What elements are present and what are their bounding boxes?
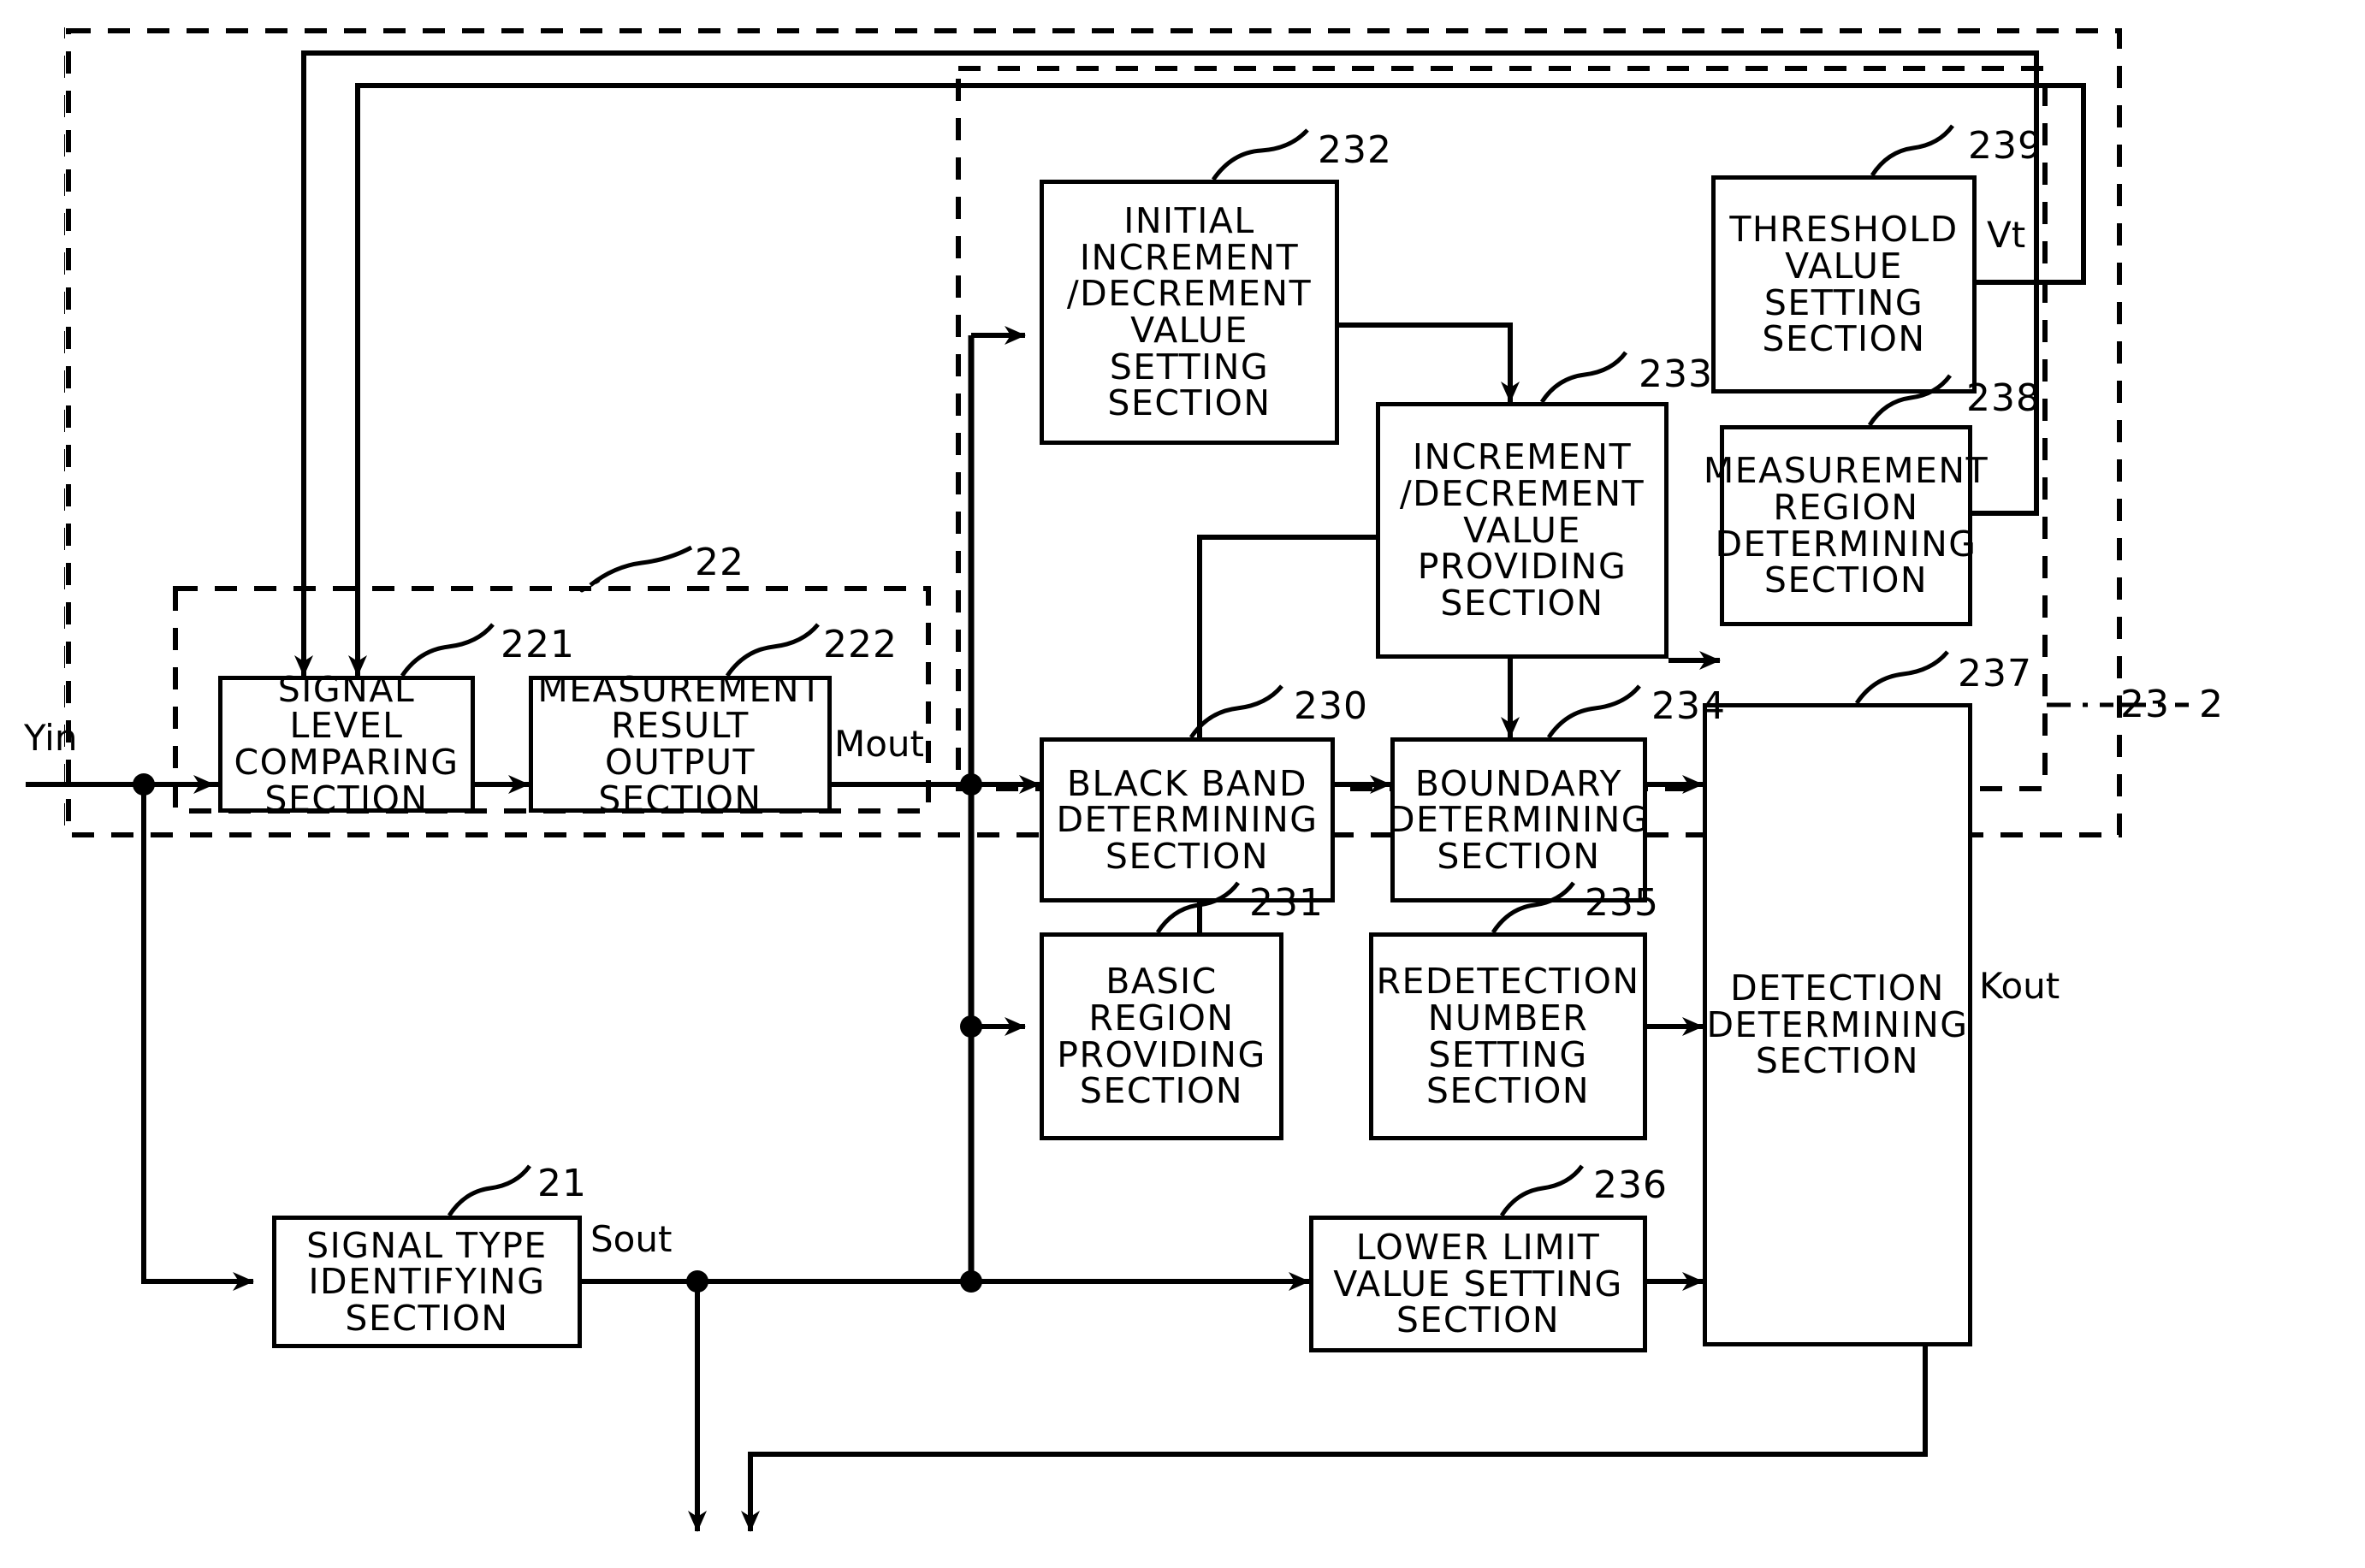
ref-231-text: 231	[1249, 881, 1324, 925]
leader-222	[725, 623, 820, 677]
leader-237	[1854, 650, 1949, 705]
leader-236	[1499, 1164, 1585, 1217]
ref-232: 232	[1318, 128, 1392, 172]
ref-23: 23	[2120, 683, 2170, 726]
leader-21	[447, 1164, 532, 1217]
ref-22-text: 22	[695, 541, 744, 584]
ref-23-text: 23	[2120, 683, 2170, 726]
label-sout-text: Sout	[590, 1218, 673, 1260]
ref-235: 235	[1585, 881, 1659, 925]
ref-239: 239	[1968, 124, 2042, 168]
ref-239-text: 239	[1968, 124, 2042, 168]
ref-222-text: 222	[823, 623, 898, 666]
ref-231: 231	[1249, 881, 1324, 925]
ref-221-text: 221	[501, 623, 575, 666]
ref-235-text: 235	[1585, 881, 1659, 925]
figure-canvas: SIGNAL LEVEL COMPARING SECTION MEASUREME…	[0, 0, 2365, 1568]
ref-21: 21	[537, 1162, 587, 1205]
label-yin: Yin	[24, 717, 77, 759]
leader-233	[1539, 351, 1628, 404]
leader-221	[400, 623, 495, 677]
ref-22: 22	[695, 541, 744, 584]
ref-233: 233	[1639, 352, 1713, 396]
label-sout: Sout	[590, 1218, 672, 1260]
ref-237: 237	[1958, 652, 2032, 695]
ref-230-text: 230	[1294, 684, 1368, 728]
ref-232-text: 232	[1318, 128, 1392, 172]
label-kout: Kout	[1979, 965, 2060, 1007]
leader-230	[1188, 684, 1283, 739]
ref-238: 238	[1966, 376, 2041, 420]
label-vt-text: Vt	[1987, 214, 2026, 256]
leader-238	[1867, 374, 1953, 427]
ref-21-text: 21	[537, 1162, 587, 1205]
ref-2-text: 2	[2199, 683, 2224, 726]
ref-234-text: 234	[1651, 684, 1726, 728]
ref-230: 230	[1294, 684, 1368, 728]
leader-22b	[589, 545, 693, 587]
label-mout-text: Mout	[834, 723, 925, 765]
ref-222: 222	[823, 623, 898, 666]
label-yin-text: Yin	[24, 717, 78, 759]
label-kout-text: Kout	[1979, 965, 2060, 1007]
ref-233-text: 233	[1639, 352, 1713, 396]
leader-234	[1546, 684, 1641, 739]
label-vt: Vt	[1987, 214, 2025, 256]
leader-235	[1491, 881, 1576, 934]
ref-238-text: 238	[1966, 376, 2041, 420]
leader-232	[1211, 128, 1309, 181]
leader-239	[1870, 124, 1955, 177]
ref-236-text: 236	[1593, 1163, 1668, 1207]
label-mout: Mout	[834, 723, 924, 765]
ref-2: 2	[2199, 683, 2224, 726]
ref-236: 236	[1593, 1163, 1668, 1207]
ref-237-text: 237	[1958, 652, 2032, 695]
ref-221: 221	[501, 623, 575, 666]
leader-231	[1155, 881, 1241, 934]
ref-234: 234	[1651, 684, 1726, 728]
